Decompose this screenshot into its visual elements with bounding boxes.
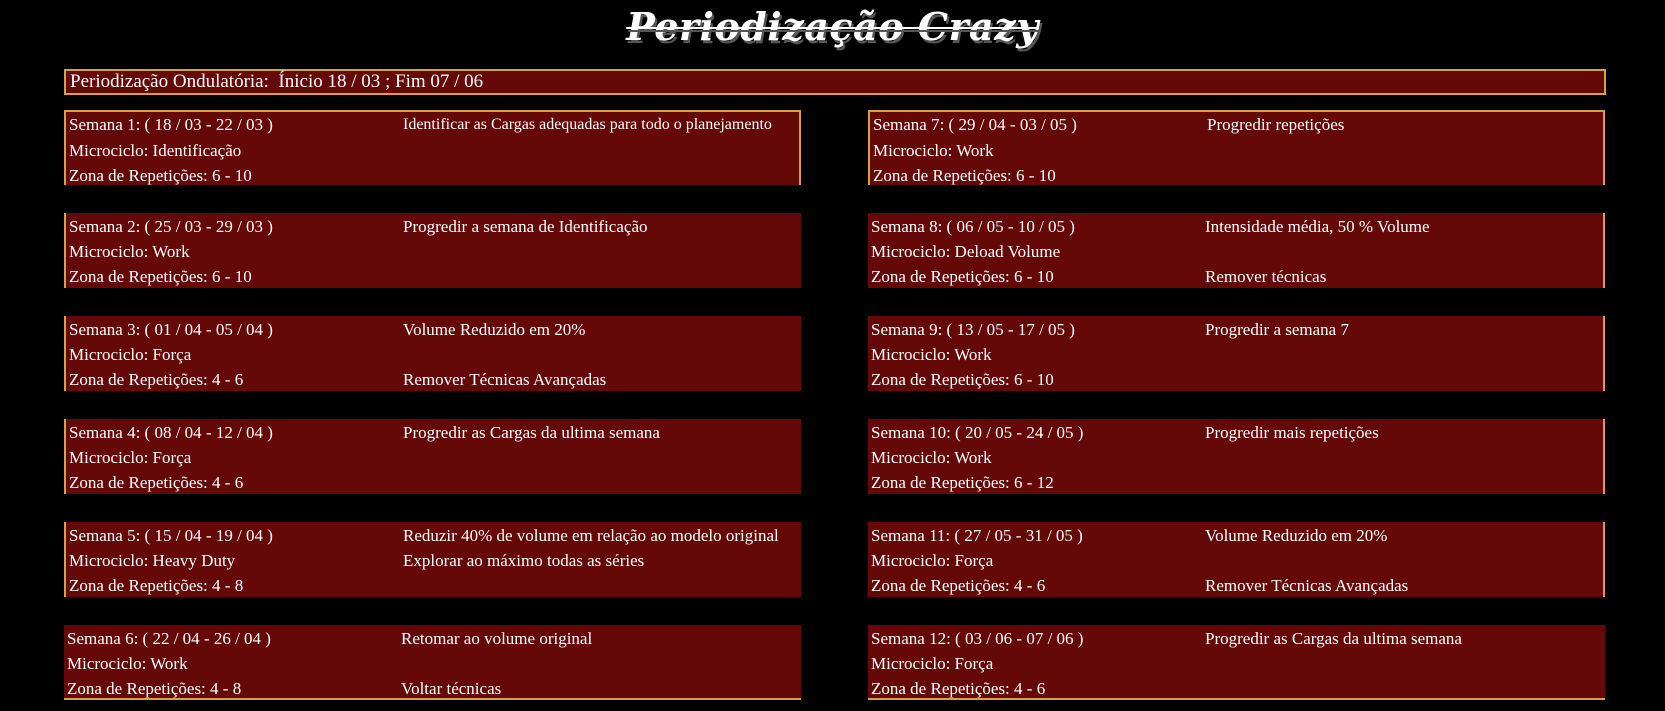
week-note: Voltar técnicas: [401, 679, 502, 698]
week-card: Semana 8: ( 06 / 05 - 10 / 05 ) Microcic…: [868, 213, 1605, 288]
week-note: Volume Reduzido em 20%: [1205, 526, 1388, 545]
week-note: Intensidade média, 50 % Volume: [1205, 217, 1430, 236]
week-card: Semana 1: ( 18 / 03 - 22 / 03 ) Microcic…: [64, 110, 801, 185]
week-microcycle: Microciclo: Força: [871, 551, 994, 570]
week-rep-zone: Zona de Repetições: 4 - 6: [69, 473, 244, 492]
week-note: Remover Técnicas Avançadas: [1205, 576, 1409, 595]
week-card: Semana 2: ( 25 / 03 - 29 / 03 ) Microcic…: [64, 213, 801, 288]
week-card: Semana 5: ( 15 / 04 - 19 / 04 ) Microcic…: [64, 522, 801, 597]
week-note: Progredir as Cargas da ultima semana: [1205, 629, 1462, 648]
week-title: Semana 12: ( 03 / 06 - 07 / 06 ): [871, 629, 1084, 648]
summary-dates: Ínicio 18 / 03 ; Fim 07 / 06: [278, 71, 484, 92]
week-note: Explorar ao máximo todas as séries: [403, 551, 645, 570]
week-card: Semana 7: ( 29 / 04 - 03 / 05 ) Microcic…: [868, 110, 1605, 185]
week-note: Remover técnicas: [1205, 267, 1327, 286]
week-title: Semana 9: ( 13 / 05 - 17 / 05 ): [871, 320, 1075, 339]
week-note: Progredir as Cargas da ultima semana: [403, 423, 660, 442]
week-rep-zone: Zona de Repetições: 4 - 8: [69, 576, 244, 595]
week-microcycle: Microciclo: Work: [873, 141, 994, 160]
week-rep-zone: Zona de Repetições: 6 - 10: [873, 166, 1056, 185]
week-title: Semana 8: ( 06 / 05 - 10 / 05 ): [871, 217, 1075, 236]
week-card: Semana 3: ( 01 / 04 - 05 / 04 ) Microcic…: [64, 316, 801, 391]
week-title: Semana 2: ( 25 / 03 - 29 / 03 ): [69, 217, 273, 236]
week-microcycle: Microciclo: Identificação: [69, 141, 242, 160]
week-rep-zone: Zona de Repetições: 6 - 10: [69, 267, 252, 286]
week-note: Progredir a semana de Identificação: [403, 217, 648, 236]
week-note: Progredir a semana 7: [1205, 320, 1349, 339]
page-title: Periodização Crazy: [626, 4, 1039, 49]
week-rep-zone: Zona de Repetições: 6 - 10: [871, 267, 1054, 286]
week-microcycle: Microciclo: Work: [69, 242, 190, 261]
summary-label: Periodização Ondulatória:: [70, 71, 269, 92]
week-card: Semana 12: ( 03 / 06 - 07 / 06 ) Microci…: [868, 625, 1605, 700]
week-card: Semana 4: ( 08 / 04 - 12 / 04 ) Microcic…: [64, 419, 801, 494]
week-title: Semana 5: ( 15 / 04 - 19 / 04 ): [69, 526, 273, 545]
week-rep-zone: Zona de Repetições: 4 - 8: [67, 679, 242, 698]
week-microcycle: Microciclo: Deload Volume: [871, 242, 1061, 261]
week-microcycle: Microciclo: Work: [871, 345, 992, 364]
week-card: Semana 9: ( 13 / 05 - 17 / 05 ) Microcic…: [868, 316, 1605, 391]
week-rep-zone: Zona de Repetições: 4 - 6: [871, 576, 1046, 595]
week-microcycle: Microciclo: Força: [871, 654, 994, 673]
week-note: Retomar ao volume original: [401, 629, 593, 648]
week-rep-zone: Zona de Repetições: 4 - 6: [69, 370, 244, 389]
week-microcycle: Microciclo: Work: [871, 448, 992, 467]
week-title: Semana 11: ( 27 / 05 - 31 / 05 ): [871, 526, 1083, 545]
week-card: Semana 10: ( 20 / 05 - 24 / 05 ) Microci…: [868, 419, 1605, 494]
week-microcycle: Microciclo: Heavy Duty: [69, 551, 236, 570]
week-rep-zone: Zona de Repetições: 6 - 10: [871, 370, 1054, 389]
week-note: Identificar as Cargas adequadas para tod…: [403, 116, 772, 133]
week-title: Semana 6: ( 22 / 04 - 26 / 04 ): [67, 629, 271, 648]
week-rep-zone: Zona de Repetições: 6 - 12: [871, 473, 1054, 492]
week-note: Volume Reduzido em 20%: [403, 320, 586, 339]
week-title: Semana 4: ( 08 / 04 - 12 / 04 ): [69, 423, 273, 442]
week-rep-zone: Zona de Repetições: 6 - 10: [69, 166, 252, 185]
week-card: Semana 11: ( 27 / 05 - 31 / 05 ) Microci…: [868, 522, 1605, 597]
week-title: Semana 7: ( 29 / 04 - 03 / 05 ): [873, 115, 1077, 134]
week-title: Semana 10: ( 20 / 05 - 24 / 05 ): [871, 423, 1084, 442]
week-microcycle: Microciclo: Work: [67, 654, 188, 673]
week-note: Remover Técnicas Avançadas: [403, 370, 607, 389]
week-title: Semana 1: ( 18 / 03 - 22 / 03 ): [69, 115, 273, 134]
week-title: Semana 3: ( 01 / 04 - 05 / 04 ): [69, 320, 273, 339]
week-rep-zone: Zona de Repetições: 4 - 6: [871, 679, 1046, 698]
week-note: Progredir repetições: [1207, 115, 1345, 134]
week-note: Reduzir 40% de volume em relação ao mode…: [403, 526, 779, 545]
periodization-summary: Periodização Ondulatória: Ínicio 18 / 03…: [64, 69, 1606, 95]
week-card: Semana 6: ( 22 / 04 - 26 / 04 ) Microcic…: [64, 625, 801, 700]
week-note: Progredir mais repetições: [1205, 423, 1379, 442]
week-microcycle: Microciclo: Força: [69, 448, 192, 467]
week-microcycle: Microciclo: Força: [69, 345, 192, 364]
